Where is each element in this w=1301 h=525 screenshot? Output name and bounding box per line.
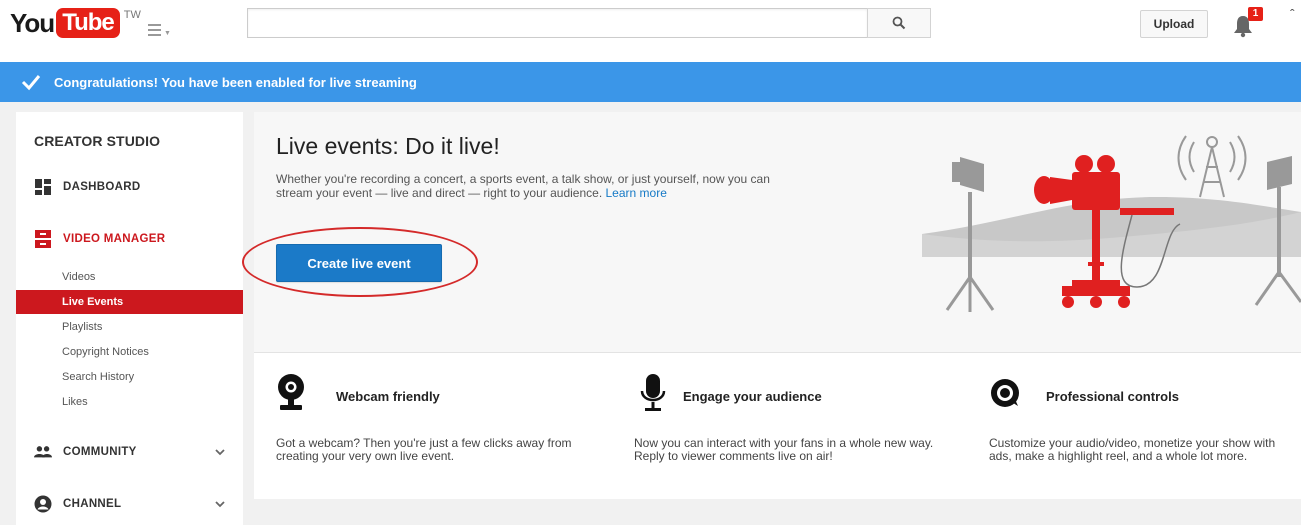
sidebar-item-label: DASHBOARD <box>63 181 141 193</box>
sidebar-subitem-playlists[interactable]: Playlists <box>16 315 243 339</box>
sidebar-subitem-likes[interactable]: Likes <box>16 390 243 414</box>
top-header: You Tube TW ▼ Upload 1 ˆ <box>0 0 1301 62</box>
live-streaming-enabled-banner: Congratulations! You have been enabled f… <box>0 62 1301 102</box>
microphone-icon <box>640 374 666 411</box>
logo-you-text: You <box>10 8 55 38</box>
feature-description: Now you can interact with your fans in a… <box>634 436 934 463</box>
feature-description: Customize your audio/video, monetize you… <box>989 436 1276 463</box>
notifications-button[interactable]: 1 <box>1233 7 1267 38</box>
community-icon <box>34 443 52 461</box>
search-button[interactable] <box>867 8 931 38</box>
feature-title: Professional controls <box>1046 389 1179 404</box>
logo-tube-text: Tube <box>56 8 120 38</box>
chevron-down-icon[interactable] <box>214 499 226 509</box>
chevron-down-icon[interactable] <box>214 447 226 457</box>
sidebar-item-community[interactable]: COMMUNITY <box>34 443 234 461</box>
channel-icon <box>34 495 52 513</box>
logo-country-code: TW <box>123 9 141 21</box>
truncated-icon: ˆ <box>1290 6 1295 22</box>
webcam-icon <box>278 374 304 410</box>
search-input[interactable] <box>247 8 867 38</box>
create-live-event-button[interactable]: Create live event <box>276 244 442 282</box>
notification-count-badge: 1 <box>1248 7 1263 21</box>
feature-title: Engage your audience <box>683 389 822 404</box>
intro-text: Whether you're recording a concert, a sp… <box>276 172 770 200</box>
guide-menu-icon[interactable]: ▼ <box>148 24 171 40</box>
sidebar-item-label: COMMUNITY <box>63 446 137 458</box>
sidebar-item-label: VIDEO MANAGER <box>63 233 166 245</box>
sidebar-item-video-manager[interactable]: VIDEO MANAGER <box>34 230 234 248</box>
sidebar-item-label: CHANNEL <box>63 498 122 510</box>
page-title: Live events: Do it live! <box>276 133 500 159</box>
sidebar-subitem-copyright-notices[interactable]: Copyright Notices <box>16 340 243 364</box>
feature-description: Got a webcam? Then you're just a few cli… <box>276 436 572 463</box>
feature-title: Webcam friendly <box>336 389 440 404</box>
sidebar-subitem-live-events[interactable]: Live Events <box>16 290 243 314</box>
sidebar-item-channel[interactable]: CHANNEL <box>34 495 234 513</box>
features-card: Webcam friendly Got a webcam? Then you'r… <box>254 352 1301 499</box>
banner-message: Congratulations! You have been enabled f… <box>54 74 417 90</box>
checkmark-icon <box>21 75 41 91</box>
creator-studio-sidebar: CREATOR STUDIO DASHBOARD VIDEO MANAGER V… <box>16 112 243 525</box>
live-camera-illustration <box>922 135 1301 312</box>
sidebar-subitem-videos[interactable]: Videos <box>16 265 243 289</box>
sidebar-item-dashboard[interactable]: DASHBOARD <box>34 178 234 196</box>
intro-description: Whether you're recording a concert, a sp… <box>276 172 776 200</box>
upload-button[interactable]: Upload <box>1140 10 1208 38</box>
live-events-intro-card: Live events: Do it live! Whether you're … <box>242 112 1301 352</box>
youtube-logo[interactable]: You Tube TW <box>10 8 141 38</box>
learn-more-link[interactable]: Learn more <box>606 186 667 200</box>
search-icon <box>892 16 906 30</box>
sidebar-subitem-search-history[interactable]: Search History <box>16 365 243 389</box>
video-manager-icon <box>34 230 52 248</box>
dashboard-icon <box>34 178 52 196</box>
sidebar-title: CREATOR STUDIO <box>34 133 161 149</box>
controls-icon <box>991 379 1019 407</box>
